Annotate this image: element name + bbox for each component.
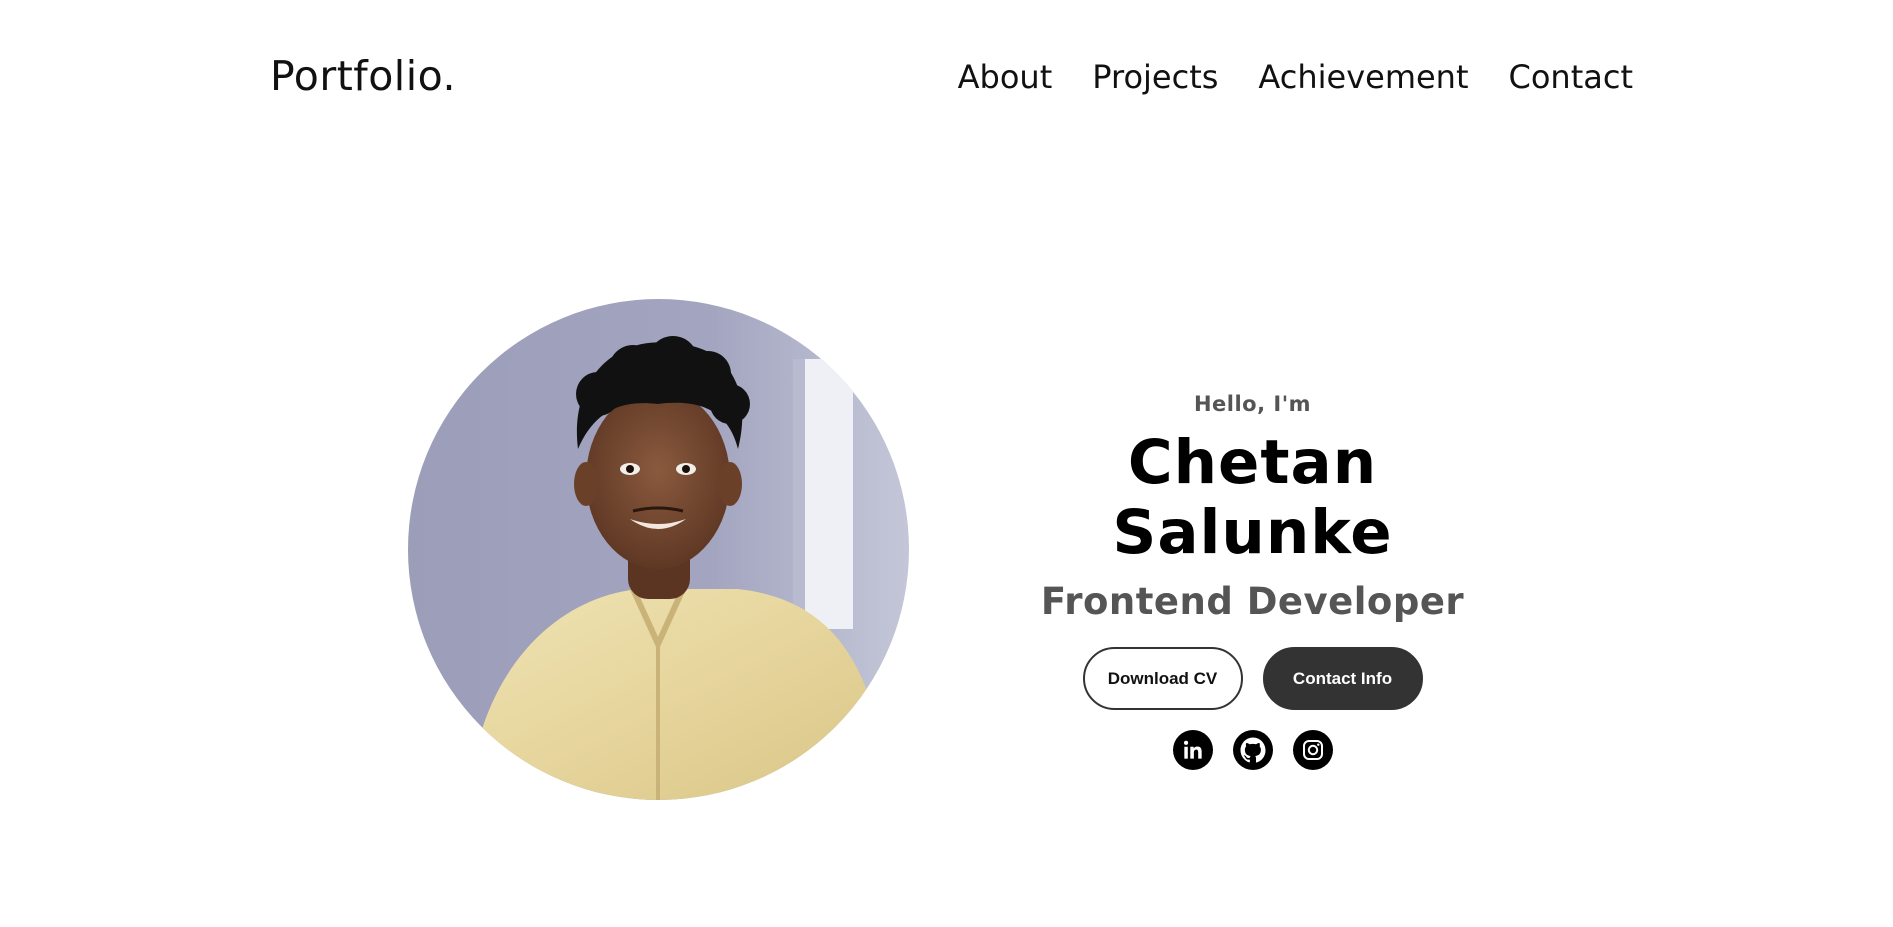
nav-link-achievement[interactable]: Achievement	[1258, 58, 1468, 96]
hero-buttons: Download CV Contact Info	[1000, 647, 1505, 711]
hero-text: Hello, I'm Chetan Salunke Frontend Devel…	[1000, 392, 1505, 771]
nav-link-about[interactable]: About	[958, 58, 1053, 96]
top-navigation: Portfolio. About Projects Achievement Co…	[0, 0, 1893, 160]
download-cv-button[interactable]: Download CV	[1082, 647, 1243, 711]
logo[interactable]: Portfolio.	[270, 52, 456, 100]
portfolio-page: Portfolio. About Projects Achievement Co…	[0, 0, 1893, 927]
instagram-icon[interactable]	[1292, 730, 1333, 771]
nav-item-contact: Contact	[1509, 58, 1634, 96]
profile-role: Frontend Developer	[1040, 580, 1465, 624]
social-links	[1000, 730, 1505, 771]
profile-name: Chetan Salunke	[1112, 427, 1393, 569]
profile-picture	[408, 299, 909, 800]
linkedin-icon[interactable]	[1172, 730, 1213, 771]
greeting-text: Hello, I'm	[1193, 392, 1312, 416]
nav-item-achievement: Achievement	[1258, 58, 1468, 96]
nav-link-contact[interactable]: Contact	[1509, 58, 1634, 96]
nav-item-about: About	[958, 58, 1053, 96]
nav-item-projects: Projects	[1092, 58, 1218, 96]
github-icon[interactable]	[1232, 730, 1273, 771]
nav-link-projects[interactable]: Projects	[1092, 58, 1218, 96]
nav-links: About Projects Achievement Contact	[958, 58, 1633, 96]
contact-info-button[interactable]: Contact Info	[1262, 647, 1423, 711]
